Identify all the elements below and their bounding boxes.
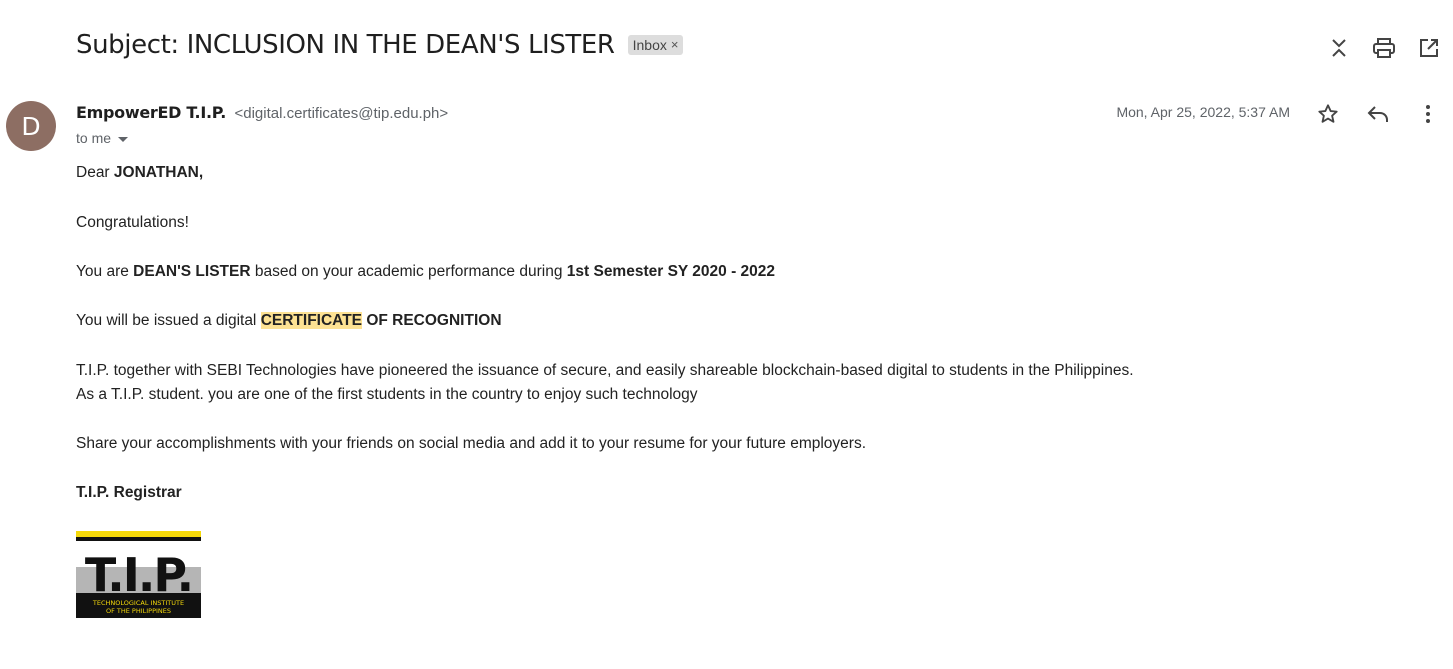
- blockchain-paragraph-line1: T.I.P. together with SEBI Technologies h…: [76, 362, 1134, 379]
- text-segment: based on your academic performance durin…: [250, 263, 567, 280]
- greeting-prefix: Dear: [76, 164, 114, 181]
- highlighted-certificate-text: CERTIFICATE: [260, 312, 363, 329]
- signature: T.I.P. Registrar: [76, 484, 182, 501]
- blockchain-paragraph-line2: As a T.I.P. student. you are one of the …: [76, 386, 698, 403]
- recognition-text: OF RECOGNITION: [362, 312, 502, 329]
- collapse-all-icon[interactable]: [1327, 36, 1351, 60]
- star-icon[interactable]: [1316, 102, 1340, 126]
- svg-text:OF THE PHILIPPINES: OF THE PHILIPPINES: [106, 607, 171, 615]
- inbox-label-text: Inbox: [632, 36, 667, 53]
- share-line: Share your accomplishments with your fri…: [76, 435, 867, 452]
- open-in-new-window-icon[interactable]: [1417, 36, 1441, 60]
- semester-text: 1st Semester SY 2020 - 2022: [566, 263, 776, 280]
- subject-row: Subject: INCLUSION IN THE DEAN'S LISTER …: [76, 30, 684, 60]
- tip-logo: T.I.P. TECHNOLOGICAL INSTITUTE OF THE PH…: [76, 531, 201, 618]
- sender-email: <digital.certificates@tip.edu.ph>: [234, 105, 449, 122]
- sender-avatar[interactable]: D: [6, 101, 56, 151]
- congrats-line: Congratulations!: [76, 214, 189, 231]
- greeting: Dear JONATHAN,: [76, 164, 203, 182]
- sender-line: EmpowerED T.I.P. <digital.certificates@t…: [76, 103, 448, 123]
- text-segment: You will be issued a digital: [76, 312, 261, 329]
- message-actions: [1290, 102, 1453, 126]
- more-vert-icon[interactable]: [1416, 102, 1440, 126]
- recipient-name: JONATHAN,: [113, 164, 204, 181]
- sender-name[interactable]: EmpowerED T.I.P.: [76, 103, 226, 122]
- deans-lister-text: DEAN'S LISTER: [133, 263, 251, 280]
- svg-text:TECHNOLOGICAL INSTITUTE: TECHNOLOGICAL INSTITUTE: [92, 599, 184, 607]
- inbox-label-badge[interactable]: Inbox ×: [627, 35, 684, 55]
- chevron-down-icon[interactable]: [118, 136, 129, 142]
- deans-lister-line: You are DEAN'S LISTER based on your acad…: [76, 263, 775, 281]
- certificate-line: You will be issued a digital CERTIFICATE…: [76, 312, 502, 330]
- thread-toolbar: [1306, 36, 1453, 60]
- recipient-text: to me: [76, 130, 112, 146]
- email-subject: Subject: INCLUSION IN THE DEAN'S LISTER: [76, 30, 615, 60]
- print-icon[interactable]: [1372, 36, 1396, 60]
- svg-text:T.I.P.: T.I.P.: [85, 548, 192, 602]
- remove-label-icon[interactable]: ×: [671, 37, 679, 52]
- message-date: Mon, Apr 25, 2022, 5:37 AM: [1116, 104, 1290, 120]
- reply-icon[interactable]: [1366, 102, 1390, 126]
- recipient-details-toggle[interactable]: to me: [76, 130, 129, 146]
- text-segment: You are: [76, 263, 134, 280]
